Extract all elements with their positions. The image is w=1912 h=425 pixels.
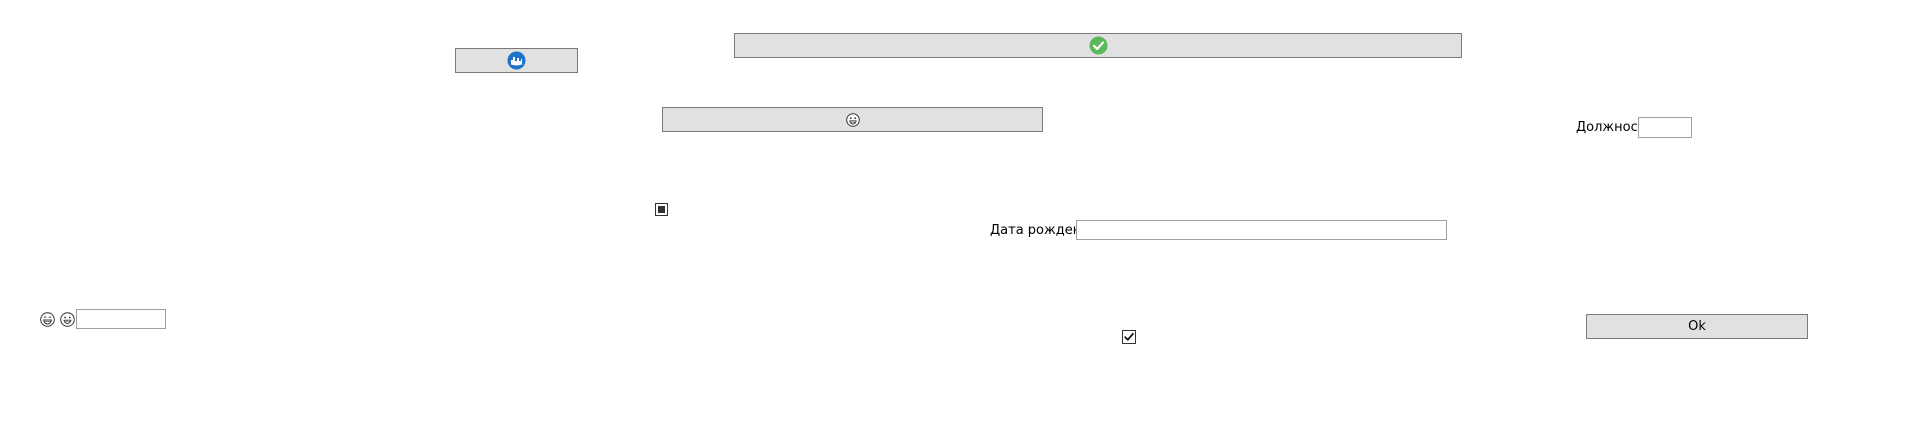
indeterminate-mark — [658, 206, 665, 213]
lower-checkbox[interactable] — [1122, 330, 1136, 344]
bottom-left-field[interactable] — [76, 309, 166, 329]
upper-checkbox[interactable] — [655, 203, 668, 216]
cloud-city-icon — [507, 51, 526, 70]
grin-face-icon — [845, 112, 860, 127]
position-field[interactable] — [1638, 117, 1692, 138]
ok-button-label: Ok — [1688, 319, 1706, 334]
cloud-button[interactable] — [455, 48, 578, 73]
confirm-button[interactable] — [734, 33, 1462, 58]
ok-button[interactable]: Ok — [1586, 314, 1808, 339]
checkmark-icon — [1124, 332, 1134, 341]
emoji-button[interactable] — [662, 107, 1043, 132]
check-circle-icon — [1089, 36, 1108, 55]
birth-date-field[interactable] — [1076, 220, 1447, 240]
laughing-face-icon — [40, 312, 55, 327]
grinning-face-icon — [60, 312, 75, 327]
